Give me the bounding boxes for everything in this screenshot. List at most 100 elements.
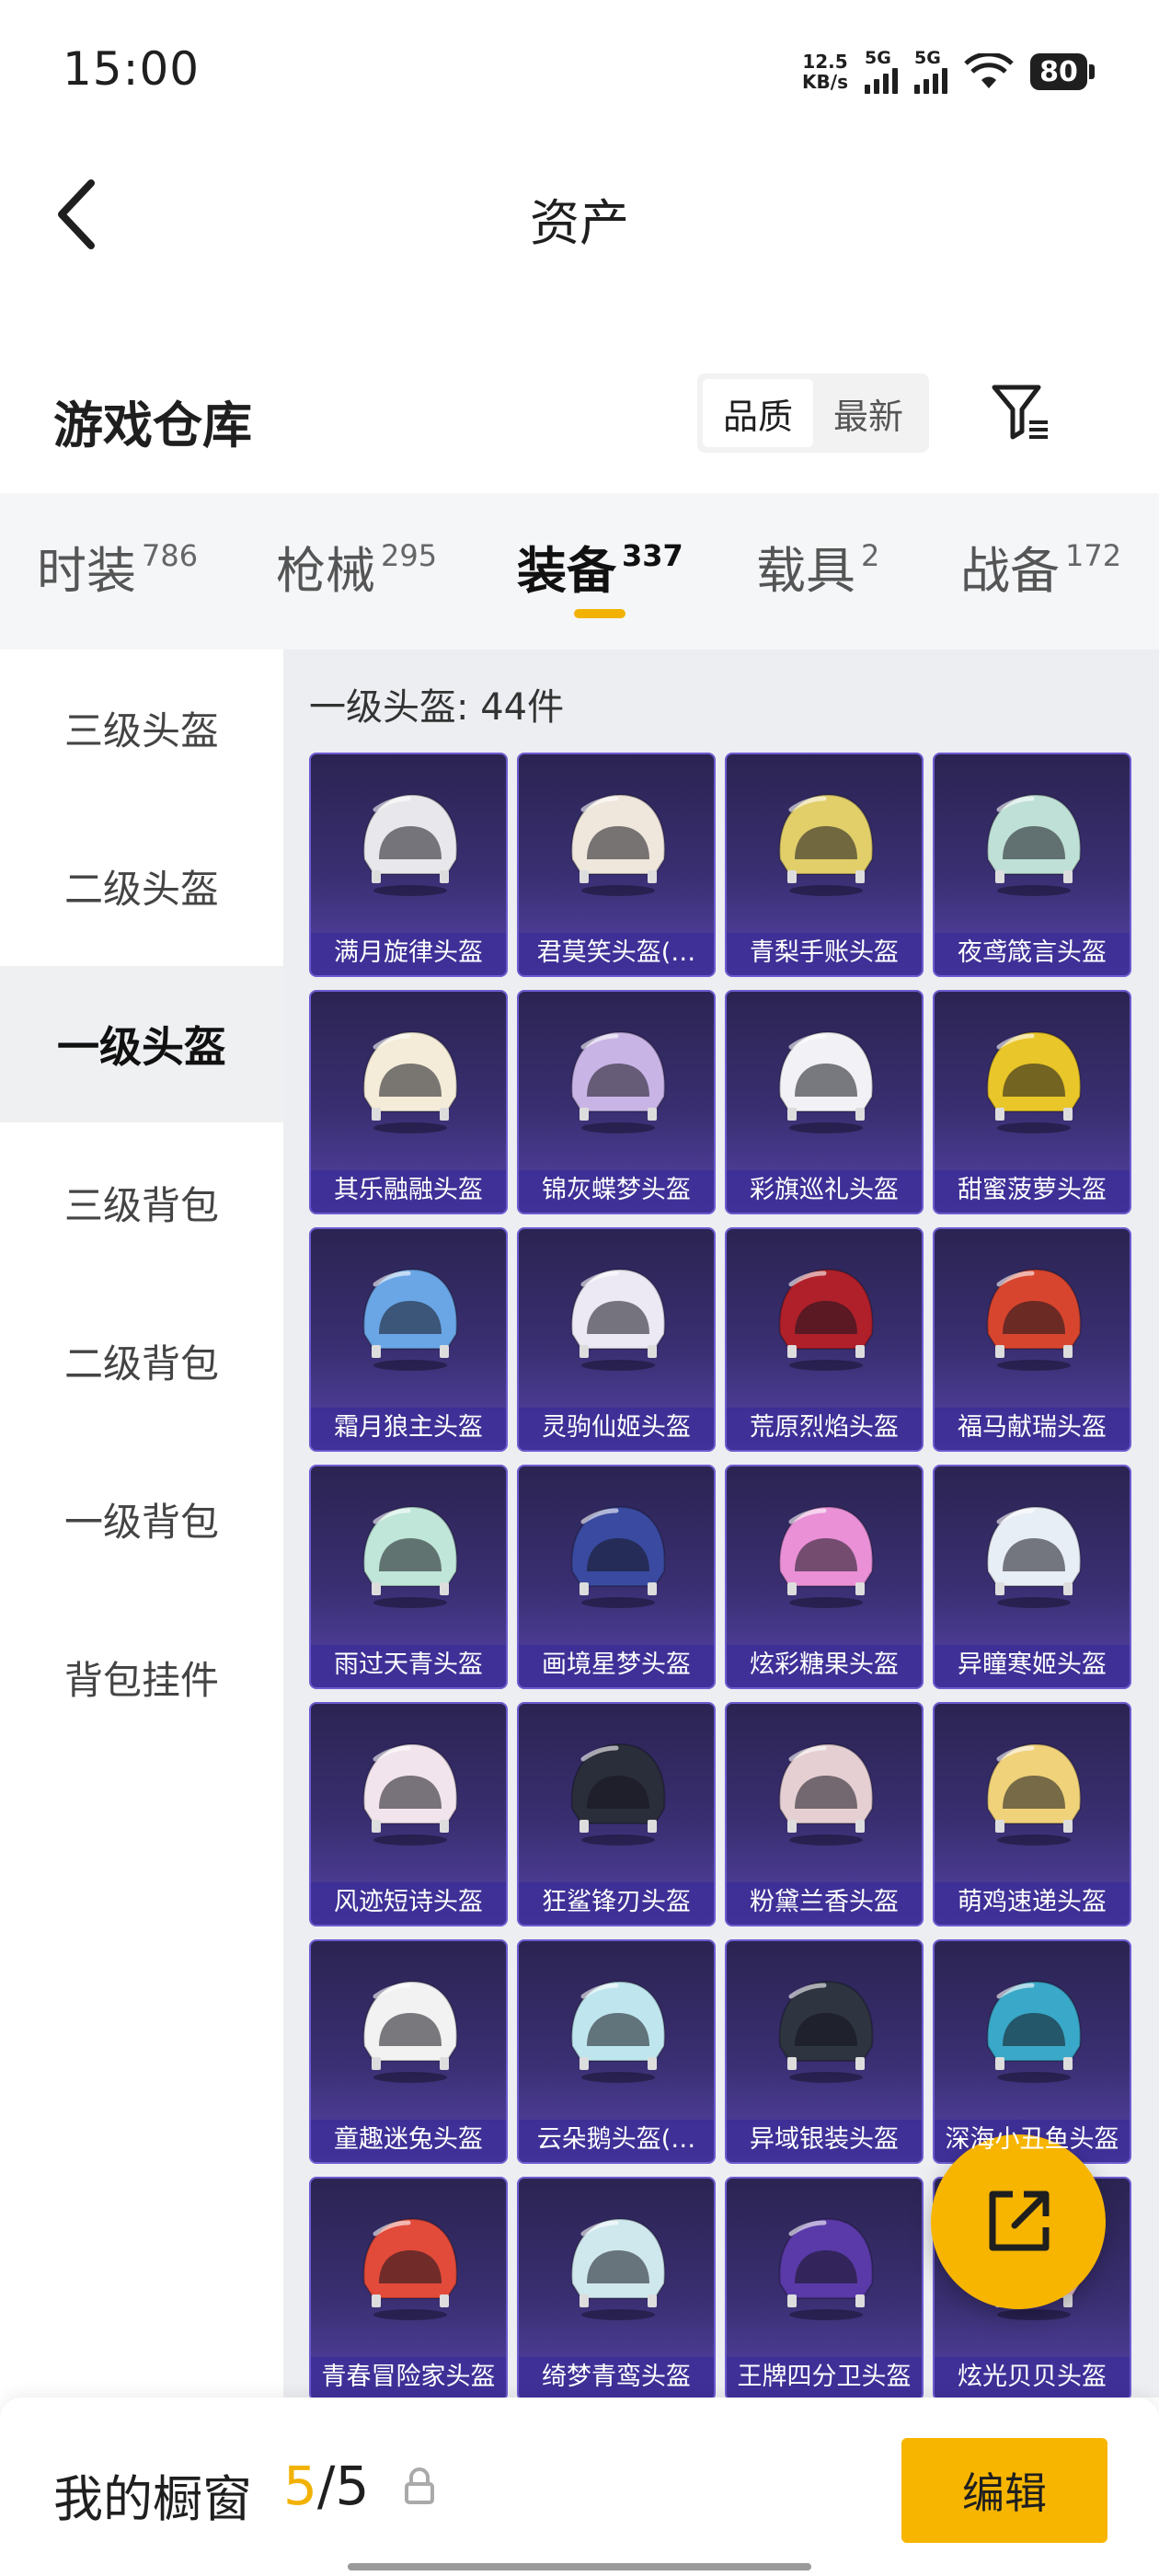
- filter-icon: [992, 385, 1048, 440]
- helmet-icon: [986, 1505, 1082, 1608]
- item-card[interactable]: 粉黛兰香头盔: [725, 1702, 924, 1926]
- item-card[interactable]: 深海小丑鱼头盔: [933, 1939, 1131, 2164]
- battery-icon: 80: [1030, 53, 1095, 90]
- helmet-icon: [778, 2217, 874, 2320]
- status-icons: 12.5 KB/s 5G 5G 80: [802, 46, 1095, 98]
- item-card[interactable]: 萌鸡速递头盔: [933, 1702, 1131, 1926]
- share-button[interactable]: [931, 2134, 1106, 2309]
- helmet-icon: [362, 1980, 458, 2083]
- filter-button[interactable]: [984, 375, 1058, 449]
- signal-icon: 5G: [914, 50, 947, 94]
- item-card[interactable]: 异域银装头盔: [725, 1939, 924, 2164]
- item-card[interactable]: 夜鸢箴言头盔: [933, 753, 1131, 977]
- helmet-icon: [778, 1505, 874, 1608]
- tab-fashion[interactable]: 时装 786: [37, 530, 198, 603]
- helmet-icon: [778, 793, 874, 896]
- item-card[interactable]: 灵驹仙姬头盔: [517, 1227, 716, 1452]
- item-card[interactable]: 狂鲨锋刃头盔: [517, 1702, 716, 1926]
- item-name: 异域银装头盔: [750, 2125, 899, 2154]
- item-name: 童趣迷兔头盔: [334, 2125, 483, 2154]
- sidebar-item-level1-backpack[interactable]: 一级背包: [0, 1441, 283, 1597]
- item-card[interactable]: 福马献瑞头盔: [933, 1227, 1131, 1452]
- item-card[interactable]: 霜月狼主头盔: [309, 1227, 508, 1452]
- item-name: 青梨手账头盔: [750, 938, 899, 967]
- item-card[interactable]: 雨过天青头盔: [309, 1465, 508, 1689]
- helmet-icon: [778, 1268, 874, 1371]
- item-name: 雨过天青头盔: [334, 1650, 483, 1679]
- item-card[interactable]: 风迹短诗头盔: [309, 1702, 508, 1926]
- home-indicator: [348, 2563, 811, 2570]
- item-name: 霜月狼主头盔: [334, 1413, 483, 1442]
- sort-quality-button[interactable]: 品质: [703, 379, 813, 447]
- network-speed: 12.5 KB/s: [802, 51, 848, 93]
- sidebar-item-level1-helmet[interactable]: 一级头盔: [0, 966, 283, 1122]
- helmet-icon: [778, 1030, 874, 1133]
- helmet-icon: [362, 1030, 458, 1133]
- item-card[interactable]: 画境星梦头盔: [517, 1465, 716, 1689]
- item-card[interactable]: 青春冒险家头盔: [309, 2177, 508, 2398]
- item-name: 画境星梦头盔: [542, 1650, 691, 1679]
- tab-indicator: [574, 609, 625, 618]
- item-name: 萌鸡速递头盔: [958, 1888, 1107, 1916]
- item-card[interactable]: 绮梦青鸾头盔: [517, 2177, 716, 2398]
- helmet-icon: [986, 1030, 1082, 1133]
- item-count-label: 一级头盔: 44件: [309, 686, 565, 729]
- item-name: 风迹短诗头盔: [334, 1888, 483, 1916]
- item-card[interactable]: 童趣迷兔头盔: [309, 1939, 508, 2164]
- item-card[interactable]: 青梨手账头盔: [725, 753, 924, 977]
- tab-weapons[interactable]: 枪械 295: [276, 530, 437, 603]
- tab-equipment[interactable]: 装备 337: [517, 530, 683, 603]
- helmet-icon: [570, 793, 666, 896]
- item-name: 甜蜜菠萝头盔: [958, 1176, 1107, 1204]
- helmet-icon: [986, 1268, 1082, 1371]
- item-name: 青春冒险家头盔: [321, 2363, 496, 2391]
- item-name: 夜鸢箴言头盔: [958, 938, 1107, 967]
- item-name: 福马献瑞头盔: [958, 1413, 1107, 1442]
- helmet-icon: [778, 1980, 874, 2083]
- sidebar-item-level3-backpack[interactable]: 三级背包: [0, 1124, 283, 1281]
- showcase-count: 5/5: [283, 2455, 370, 2517]
- sidebar-item-level3-helmet[interactable]: 三级头盔: [0, 650, 283, 806]
- helmet-icon: [570, 1980, 666, 2083]
- tab-vehicles[interactable]: 载具 2: [756, 530, 879, 603]
- sidebar-item-level2-backpack[interactable]: 二级背包: [0, 1282, 283, 1439]
- item-card[interactable]: 异瞳寒姬头盔: [933, 1465, 1131, 1689]
- sort-newest-button[interactable]: 最新: [813, 379, 924, 447]
- helmet-icon: [362, 2217, 458, 2320]
- sort-toggle: 品质 最新: [697, 374, 929, 453]
- helmet-icon: [362, 1742, 458, 1846]
- item-card[interactable]: 君莫笑头盔(…: [517, 753, 716, 977]
- item-card[interactable]: 其乐融融头盔: [309, 990, 508, 1214]
- item-card[interactable]: 甜蜜菠萝头盔: [933, 990, 1131, 1214]
- item-name: 荒原烈焰头盔: [750, 1413, 899, 1442]
- item-card[interactable]: 彩旗巡礼头盔: [725, 990, 924, 1214]
- item-card[interactable]: 锦灰蝶梦头盔: [517, 990, 716, 1214]
- helmet-icon: [570, 1742, 666, 1846]
- item-card[interactable]: 王牌四分卫头盔: [725, 2177, 924, 2398]
- item-name: 异瞳寒姬头盔: [958, 1650, 1107, 1679]
- helmet-icon: [778, 1742, 874, 1846]
- helmet-icon: [362, 1268, 458, 1371]
- item-card[interactable]: 荒原烈焰头盔: [725, 1227, 924, 1452]
- showcase-title: 我的橱窗: [53, 2470, 252, 2528]
- sidebar: 三级头盔 二级头盔 一级头盔 三级背包 二级背包 一级背包 背包挂件: [0, 650, 283, 2398]
- edit-button[interactable]: 编辑: [901, 2438, 1107, 2543]
- helmet-icon: [986, 1980, 1082, 2083]
- item-name: 灵驹仙姬头盔: [542, 1413, 691, 1442]
- helmet-icon: [362, 1505, 458, 1608]
- status-bar: 15:00 12.5 KB/s 5G 5G 80: [0, 0, 1159, 138]
- item-name: 君莫笑头盔(…: [536, 938, 696, 967]
- item-card[interactable]: 云朵鹅头盔(…: [517, 1939, 716, 2164]
- helmet-icon: [570, 1030, 666, 1133]
- sidebar-item-level2-helmet[interactable]: 二级头盔: [0, 808, 283, 964]
- item-grid: 满月旋律头盔 君莫笑头盔(… 青梨手账头盔 夜鸢箴言头盔其乐融融头盔 锦灰蝶梦头盔 彩旗巡…: [309, 753, 1131, 2398]
- item-card[interactable]: 炫彩糖果头盔: [725, 1465, 924, 1689]
- item-name: 其乐融融头盔: [334, 1176, 483, 1204]
- item-name: 云朵鹅头盔(…: [536, 2125, 696, 2154]
- helmet-icon: [986, 1742, 1082, 1846]
- item-name: 炫光贝贝头盔: [958, 2363, 1107, 2391]
- helmet-icon: [986, 793, 1082, 896]
- item-card[interactable]: 满月旋律头盔: [309, 753, 508, 977]
- tab-supplies[interactable]: 战备 172: [960, 530, 1121, 603]
- sidebar-item-backpack-charms[interactable]: 背包挂件: [0, 1599, 283, 1755]
